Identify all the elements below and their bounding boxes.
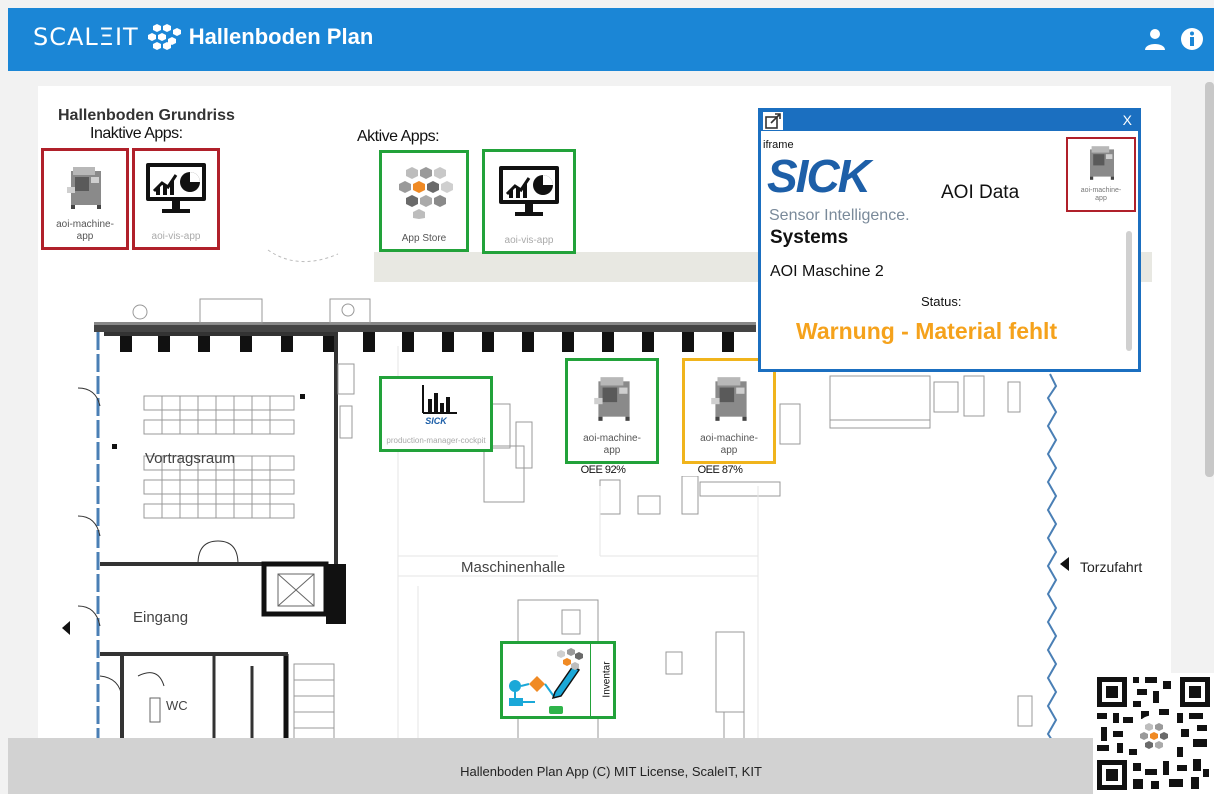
brand-wordmark: SCALΞIT — [33, 23, 139, 51]
machine-icon — [67, 167, 101, 209]
sick-brand: SICK — [425, 416, 447, 426]
external-link-icon[interactable] — [763, 112, 783, 130]
room-wc: WC — [166, 698, 188, 713]
inventar-label: Inventar — [601, 661, 613, 698]
sick-logo: SICK — [767, 150, 871, 202]
systems-title: Systems — [770, 227, 849, 248]
machine-icon — [1090, 146, 1114, 180]
info-icon[interactable] — [1180, 27, 1204, 51]
active-app-aoi-vis[interactable]: aoi-vis-app — [482, 149, 576, 254]
torzufahrt-label: Torzufahrt — [1080, 559, 1143, 575]
tile-caption: aoi-vis-app — [504, 235, 554, 246]
inactive-app-aoi-vis[interactable]: aoi-vis-app — [132, 148, 220, 250]
inventar-divider — [590, 644, 591, 716]
tile-caption: aoi-vis-app — [151, 231, 201, 242]
popup-close-button[interactable]: X — [1123, 112, 1132, 128]
inactive-apps-label: Inaktive Apps: — [90, 125, 183, 142]
floor-app-aoi-machine-2[interactable]: aoi-machine- app — [682, 358, 776, 464]
monitor-chart-icon — [146, 163, 206, 213]
oee-machine-1: OEE 92% — [548, 464, 658, 476]
machine-name: AOI Maschine 2 — [770, 263, 884, 280]
room-vortragsraum: Vortragsraum — [145, 450, 236, 467]
status-value: Warnung - Material fehlt — [796, 318, 1058, 344]
room-maschinenhalle: Maschinenhalle — [461, 559, 566, 576]
floor-app-production-manager-cockpit[interactable]: SICK production-manager-cockpit — [379, 376, 493, 452]
tile-caption: production-manager-cockpit — [386, 436, 486, 445]
app-title: Hallenboden Plan — [188, 24, 374, 49]
plan-heading: Hallenboden Grundriss — [58, 107, 235, 124]
popup-machine-tile[interactable]: aoi-machine- app — [1066, 137, 1136, 212]
top-bar: SCALΞIT Hallenboden Plan — [8, 8, 1214, 71]
floor-app-inventar[interactable]: Inventar — [500, 641, 616, 719]
machine-icon — [594, 377, 630, 421]
sick-tagline: Sensor Intelligence. — [769, 207, 910, 224]
machine-icon — [711, 377, 747, 421]
tile-caption: aoi-machine- app — [1080, 187, 1122, 202]
tile-caption: aoi-machine- app — [700, 433, 758, 456]
active-apps-label: Aktive Apps: — [357, 128, 440, 145]
workflow-edit-icon — [509, 648, 583, 714]
popup-titlebar[interactable]: X — [761, 111, 1138, 131]
inactive-app-aoi-machine[interactable]: aoi-machine- app — [41, 148, 129, 250]
active-app-app-store[interactable]: App Store — [379, 150, 469, 252]
popup-scrollbar[interactable] — [1126, 231, 1132, 351]
machine-detail-popup: X iframe SICK Sensor Intelligence. AOI D… — [758, 108, 1141, 372]
hexagon-cluster-icon — [399, 167, 453, 219]
popup-iframe: iframe SICK Sensor Intelligence. AOI Dat… — [761, 131, 1138, 369]
floor-app-aoi-machine-1[interactable]: aoi-machine- app — [565, 358, 659, 464]
page-scrollbar[interactable] — [1205, 82, 1214, 477]
brand[interactable]: SCALΞIT Hallenboden Plan — [33, 22, 373, 52]
footer: Hallenboden Plan App (C) MIT License, Sc… — [8, 738, 1214, 794]
room-eingang: Eingang — [133, 609, 189, 626]
bar-chart-icon — [422, 385, 457, 414]
tile-caption: App Store — [401, 233, 447, 244]
footer-text: Hallenboden Plan App (C) MIT License, Sc… — [460, 764, 762, 779]
status-label: Status: — [921, 294, 962, 309]
scaleit-logo-icon — [147, 24, 181, 50]
user-icon[interactable] — [1143, 27, 1167, 51]
tile-caption: aoi-machine- app — [56, 219, 114, 242]
aoi-data-title: AOI Data — [941, 182, 1020, 203]
tile-caption: aoi-machine- app — [583, 433, 641, 456]
oee-machine-2: OEE 87% — [664, 464, 776, 476]
app-root: SCALΞIT Hallenboden Plan Hallenboden Gru… — [0, 0, 1214, 794]
qr-code[interactable] — [1093, 673, 1214, 794]
monitor-chart-icon — [499, 166, 559, 216]
